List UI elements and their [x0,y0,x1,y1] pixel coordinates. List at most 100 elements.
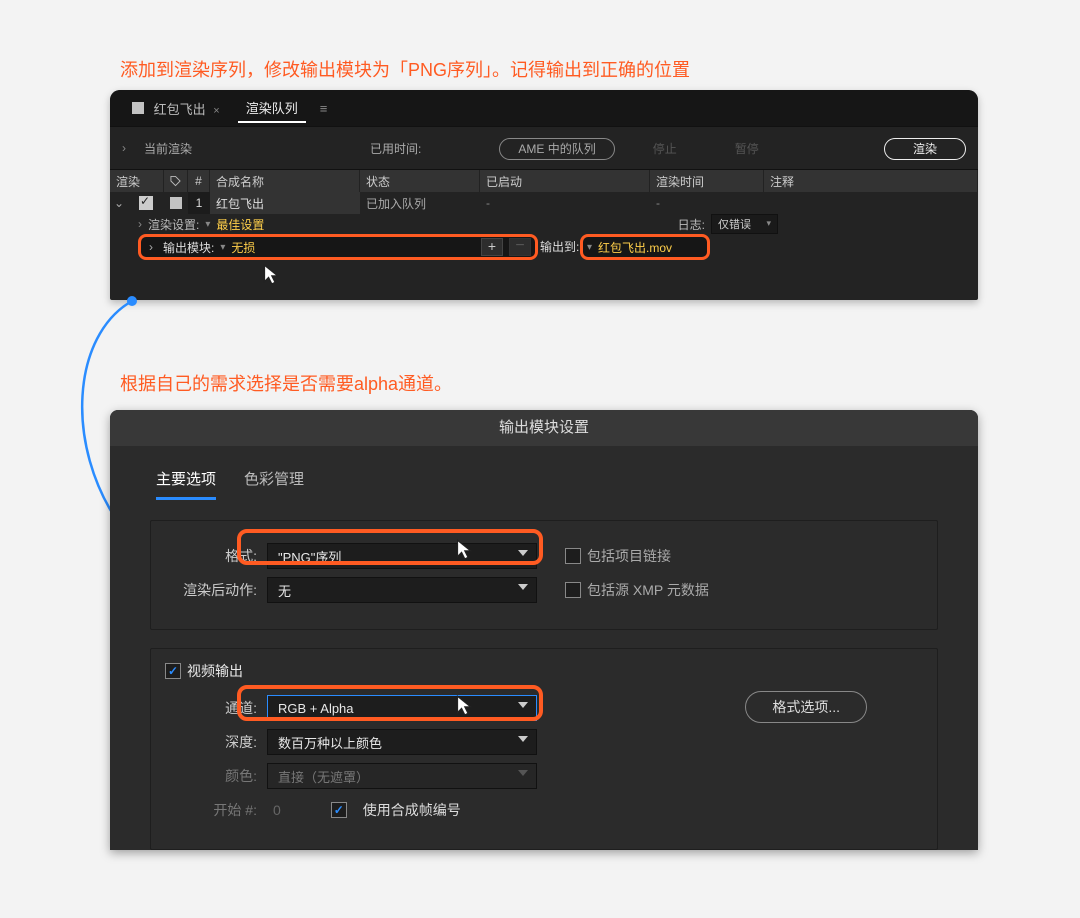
col-start: 已启动 [480,170,650,192]
chevron-down-icon [518,550,528,556]
output-module-row: › 输出模块: ▾ 无损 + − 输出到: ▾ 红包飞出.mov [110,234,978,264]
color-select: 直接（无遮罩） [267,763,537,789]
chevron-down-icon [518,736,528,742]
tab-main-options[interactable]: 主要选项 [156,468,216,500]
use-comp-frame-label: 使用合成帧编号 [363,800,461,820]
add-output-button[interactable]: + [481,238,503,256]
channel-label: 通道: [171,698,257,718]
label-color-icon[interactable] [164,192,188,214]
include-project-link-label: 包括项目链接 [587,546,671,566]
output-to-highlight: ▾ 红包飞出.mov [580,234,710,260]
video-output-label: 视频输出 [187,661,243,681]
chevron-down-icon [518,770,528,776]
col-rtime: 渲染时间 [650,170,764,192]
pause-button: 暂停 [735,140,759,157]
tab-composition[interactable]: 红包飞出 × [124,95,228,122]
output-module-settings-panel: 输出模块设置 主要选项 色彩管理 格式: "PNG"序列 包括项目链接 渲染后动… [110,410,978,850]
expand-arrow-icon[interactable]: ⌄ [110,192,128,214]
col-comp: 合成名称 [210,170,360,192]
render-settings-label: 渲染设置: [148,216,199,233]
video-output-checkbox[interactable]: ✓ [165,663,181,679]
queue-header-row: 渲染 # 合成名称 状态 已启动 渲染时间 注释 [110,170,978,192]
channel-select[interactable]: RGB + Alpha [267,695,537,721]
format-group: 格式: "PNG"序列 包括项目链接 渲染后动作: 无 包括源 [150,520,938,630]
item-comp-name: 红包飞出 [210,192,360,214]
item-rtime: - [650,192,764,214]
item-number: 1 [188,192,210,214]
cursor-icon [258,262,284,288]
output-module-label: 输出模块: [163,239,214,256]
queue-item-row[interactable]: ⌄ 1 红包飞出 已加入队列 - - [110,192,978,214]
color-label: 颜色: [171,766,257,786]
tab-color-management[interactable]: 色彩管理 [244,468,304,500]
chevron-down-icon: ▾ [766,218,771,229]
render-settings-row: › 渲染设置: ▾ 最佳设置 日志: 仅错误 ▾ [110,214,978,234]
channel-select-value: RGB + Alpha [278,701,354,716]
render-checkbox[interactable] [128,192,164,214]
instruction-caption-1: 添加到渲染序列，修改输出模块为「PNG序列」。记得输出到正确的位置 [120,56,690,82]
format-select[interactable]: "PNG"序列 [267,543,537,569]
format-label: 格式: [171,546,257,566]
output-to-link[interactable]: 红包飞出.mov [598,239,672,256]
chevron-down-icon[interactable]: ▾ [205,219,210,230]
current-render-label: 当前渲染 [144,140,192,157]
comp-icon [132,102,144,114]
tab-render-queue[interactable]: 渲染队列 [238,94,306,123]
col-status: 状态 [360,170,480,192]
format-options-button[interactable]: 格式选项... [745,691,867,723]
post-render-label: 渲染后动作: [171,580,257,600]
elapsed-time-label: 已用时间: [370,140,421,157]
log-select[interactable]: 仅错误 ▾ [711,214,778,234]
chevron-down-icon[interactable]: ▾ [220,242,225,253]
chevron-right-icon[interactable]: › [138,217,142,231]
log-label: 日志: [678,216,705,233]
dialog-title: 输出模块设置 [110,410,978,446]
ame-queue-button[interactable]: AME 中的队列 [499,138,614,160]
chevron-down-icon [518,702,528,708]
start-number-label: 开始 #: [171,800,257,820]
include-xmp-option[interactable]: 包括源 XMP 元数据 [565,580,709,600]
stop-button: 停止 [653,140,677,157]
color-select-value: 直接（无遮罩） [278,767,369,786]
chevron-right-icon[interactable]: › [145,240,157,254]
include-xmp-label: 包括源 XMP 元数据 [587,580,709,600]
start-number-value: 0 [273,802,281,818]
close-icon[interactable]: × [213,105,219,117]
dialog-tabs: 主要选项 色彩管理 [110,446,978,500]
render-queue-panel: 红包飞出 × 渲染队列 ≡ › 当前渲染 已用时间: AME 中的队列 停止 暂… [110,90,978,300]
chevron-down-icon[interactable]: ▾ [587,242,592,253]
item-start: - [480,192,650,214]
depth-label: 深度: [171,732,257,752]
output-to-label: 输出到: [540,238,579,255]
col-note: 注释 [764,170,978,192]
output-module-link[interactable]: 无损 [231,239,255,256]
render-toolbar: › 当前渲染 已用时间: AME 中的队列 停止 暂停 渲染 [110,126,978,170]
instruction-caption-2: 根据自己的需求选择是否需要alpha通道。 [120,370,452,396]
render-button[interactable]: 渲染 [884,138,966,160]
use-comp-frame-checkbox[interactable]: ✓ [331,802,347,818]
post-render-value: 无 [278,581,291,600]
chevron-down-icon [518,584,528,590]
output-module-highlight: › 输出模块: ▾ 无损 + − [138,234,538,260]
col-tag [164,170,188,192]
remove-output-button: − [509,238,531,256]
panel-menu-icon[interactable]: ≡ [320,101,328,116]
video-output-group: ✓ 视频输出 通道: RGB + Alpha 深度: 数百万种以上颜色 颜色: [150,648,938,850]
item-note [764,192,978,214]
render-settings-link[interactable]: 最佳设置 [216,216,264,233]
checkbox-icon[interactable] [565,582,581,598]
depth-select[interactable]: 数百万种以上颜色 [267,729,537,755]
tab-composition-label: 红包飞出 [154,102,206,117]
tab-render-queue-label: 渲染队列 [246,101,298,116]
col-number: # [188,170,210,192]
col-render: 渲染 [110,170,164,192]
format-select-value: "PNG"序列 [278,547,341,566]
panel-tabs: 红包飞出 × 渲染队列 ≡ [110,90,978,126]
post-render-select[interactable]: 无 [267,577,537,603]
include-project-link-option[interactable]: 包括项目链接 [565,546,671,566]
depth-select-value: 数百万种以上颜色 [278,733,382,752]
log-select-value: 仅错误 [718,219,751,231]
chevron-right-icon[interactable]: › [122,141,126,155]
item-status: 已加入队列 [360,192,480,214]
checkbox-icon[interactable] [565,548,581,564]
